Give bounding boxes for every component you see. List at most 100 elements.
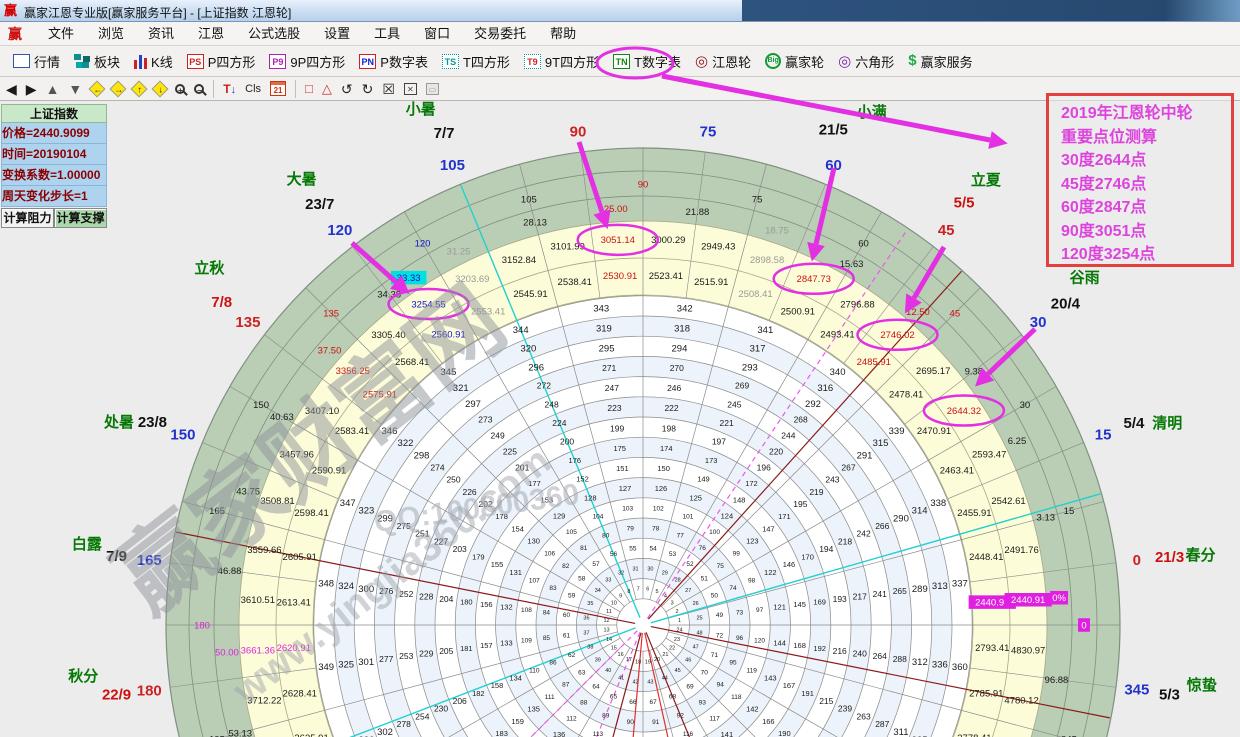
svg-text:54: 54	[649, 546, 657, 553]
svg-text:2508.41: 2508.41	[738, 289, 772, 300]
calc-resistance-button[interactable]: 计算阻力	[1, 208, 54, 228]
svg-text:90: 90	[627, 719, 635, 726]
svg-text:265: 265	[893, 586, 907, 596]
t9-square-button[interactable]: T9 9T四方形	[517, 48, 606, 74]
cls-button[interactable]: Cls	[245, 83, 261, 95]
svg-text:19: 19	[645, 659, 651, 665]
svg-text:203: 203	[453, 544, 467, 554]
svg-text:42: 42	[632, 679, 638, 685]
menu-news[interactable]: 资讯	[136, 22, 186, 46]
sectors-button[interactable]: 板块	[67, 48, 127, 74]
rotate-down-button[interactable]: ▼	[68, 79, 82, 99]
svg-text:2583.41: 2583.41	[335, 426, 369, 437]
svg-text:128: 128	[584, 493, 597, 502]
t-sort-button[interactable]: T↓	[223, 80, 236, 98]
menu-browse[interactable]: 浏览	[86, 22, 136, 46]
t-square-button[interactable]: TS T四方形	[435, 48, 517, 74]
svg-text:295: 295	[599, 344, 615, 355]
kline-button[interactable]: K线	[127, 48, 180, 74]
svg-text:225: 225	[503, 447, 517, 457]
menu-formula-stock-pick[interactable]: 公式选股	[236, 22, 312, 46]
svg-text:90: 90	[570, 124, 587, 141]
svg-text:2949.43: 2949.43	[701, 242, 735, 253]
svg-text:200: 200	[560, 437, 574, 447]
svg-text:33.33: 33.33	[397, 273, 421, 284]
shift-left-button[interactable]: ←	[89, 80, 106, 97]
svg-text:9.38: 9.38	[965, 366, 984, 377]
rotate-cw-button[interactable]: ↻	[362, 79, 374, 99]
svg-text:321: 321	[453, 383, 469, 394]
svg-text:133: 133	[500, 639, 513, 648]
level-30deg: 30度2644点	[1061, 149, 1231, 173]
svg-text:18: 18	[635, 659, 641, 665]
svg-text:254: 254	[415, 711, 429, 721]
svg-text:30: 30	[1020, 400, 1031, 411]
shift-down-button[interactable]: ↓	[152, 80, 169, 97]
square-tool-button[interactable]: □	[305, 79, 313, 99]
svg-text:3203.69: 3203.69	[455, 274, 489, 285]
svg-text:3152.84: 3152.84	[502, 255, 536, 266]
svg-text:251: 251	[415, 529, 429, 539]
svg-text:96.88: 96.88	[1045, 675, 1069, 686]
svg-text:68: 68	[669, 694, 677, 701]
svg-text:3457.96: 3457.96	[280, 450, 314, 461]
svg-text:110: 110	[529, 667, 540, 674]
gann-wheel-button[interactable]: 江恩轮	[688, 48, 758, 74]
p9-square-button[interactable]: P9 9P四方形	[262, 48, 352, 74]
menu-gann[interactable]: 江恩	[186, 22, 236, 46]
svg-text:72: 72	[716, 632, 724, 639]
svg-text:70: 70	[701, 669, 709, 676]
zoom-in-button[interactable]: +	[175, 84, 185, 94]
shift-up-button[interactable]: ↑	[131, 80, 148, 97]
calendar-button[interactable]: 21	[270, 81, 286, 96]
menu-help[interactable]: 帮助	[538, 22, 588, 46]
step-row: 周天变化步长=1	[1, 186, 107, 207]
svg-text:13: 13	[603, 628, 609, 634]
hexagon-button[interactable]: 六角形	[831, 48, 901, 74]
step-back-button[interactable]: ◀	[6, 79, 17, 99]
p-number-table-button[interactable]: PN P数字表	[352, 48, 435, 74]
winner-wheel-button[interactable]: Big 赢家轮	[758, 48, 831, 74]
svg-text:2796.88: 2796.88	[840, 299, 874, 310]
svg-text:120: 120	[327, 222, 352, 239]
svg-text:23/8: 23/8	[138, 414, 167, 431]
triangle-tool-button[interactable]: △	[322, 79, 332, 99]
svg-text:80: 80	[602, 532, 610, 539]
svg-text:294: 294	[672, 344, 688, 355]
svg-text:14: 14	[606, 637, 612, 643]
calc-support-button[interactable]: 计算支撑	[54, 208, 107, 228]
step-forward-button[interactable]: ▶	[26, 79, 37, 99]
svg-text:64: 64	[592, 684, 600, 691]
menu-settings[interactable]: 设置	[312, 22, 362, 46]
winner-service-button[interactable]: 赢家服务	[901, 48, 979, 74]
svg-text:2530.91: 2530.91	[603, 271, 637, 282]
svg-text:135: 135	[235, 314, 260, 331]
svg-text:27: 27	[685, 588, 691, 594]
quotes-button[interactable]: 行情	[6, 48, 67, 74]
rotate-ccw-button[interactable]: ↺	[341, 79, 353, 99]
menu-window[interactable]: 窗口	[412, 22, 462, 46]
shift-right-button[interactable]: →	[110, 80, 127, 97]
svg-text:处暑: 处暑	[103, 413, 134, 431]
svg-text:12.50: 12.50	[906, 307, 930, 318]
rotate-up-button[interactable]: ▲	[46, 79, 60, 99]
menu-trade[interactable]: 交易委托	[462, 22, 538, 46]
svg-text:299: 299	[377, 513, 393, 524]
svg-text:7/9: 7/9	[106, 548, 127, 565]
svg-text:311: 311	[893, 727, 908, 737]
svg-text:79: 79	[627, 526, 635, 533]
svg-text:2440.91: 2440.91	[1011, 595, 1045, 606]
svg-text:99: 99	[733, 551, 741, 558]
t-number-table-button[interactable]: TN T数字表	[606, 48, 688, 74]
p-square-button[interactable]: PS P四方形	[180, 48, 263, 74]
delete-box-button[interactable]: ☒	[382, 79, 395, 99]
svg-text:31.25: 31.25	[447, 246, 471, 257]
menu-tools[interactable]: 工具	[362, 22, 412, 46]
menu-file[interactable]: 文件	[36, 22, 86, 46]
fit-screen-button[interactable]: ✕	[404, 83, 417, 95]
svg-text:惊蛰: 惊蛰	[1187, 676, 1217, 694]
svg-text:春分: 春分	[1186, 546, 1216, 564]
svg-text:98: 98	[748, 577, 756, 584]
zoom-out-button[interactable]: −	[194, 84, 204, 94]
window-title: 赢家江恩专业版[赢家服务平台] - [上证指数 江恩轮]	[24, 4, 291, 21]
